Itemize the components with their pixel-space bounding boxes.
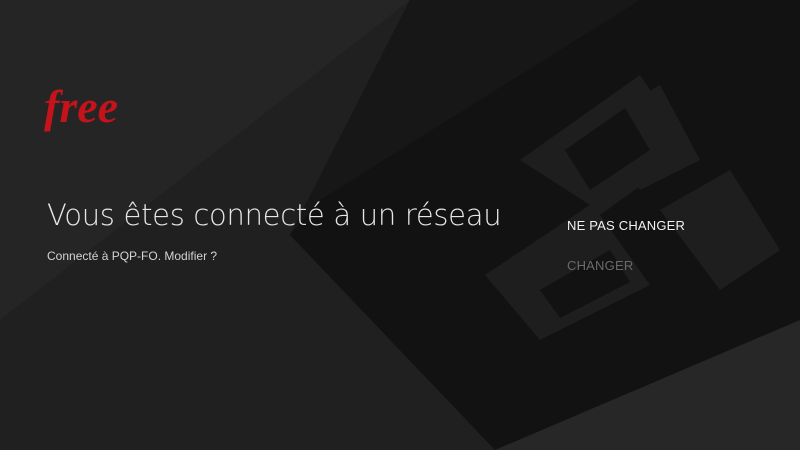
page-title: Vous êtes connecté à un réseau xyxy=(47,198,502,232)
change-network-button[interactable]: CHANGER xyxy=(567,256,767,276)
network-status-text: Connecté à PQP-FO. Modifier ? xyxy=(47,249,218,263)
network-setup-screen: free Vous êtes connecté à un réseau Conn… xyxy=(0,0,800,450)
keep-network-button[interactable]: NE PAS CHANGER xyxy=(567,216,767,236)
action-menu: NE PAS CHANGER CHANGER xyxy=(567,216,767,276)
free-logo: free xyxy=(44,81,118,132)
free-logo-text: free xyxy=(44,81,118,132)
